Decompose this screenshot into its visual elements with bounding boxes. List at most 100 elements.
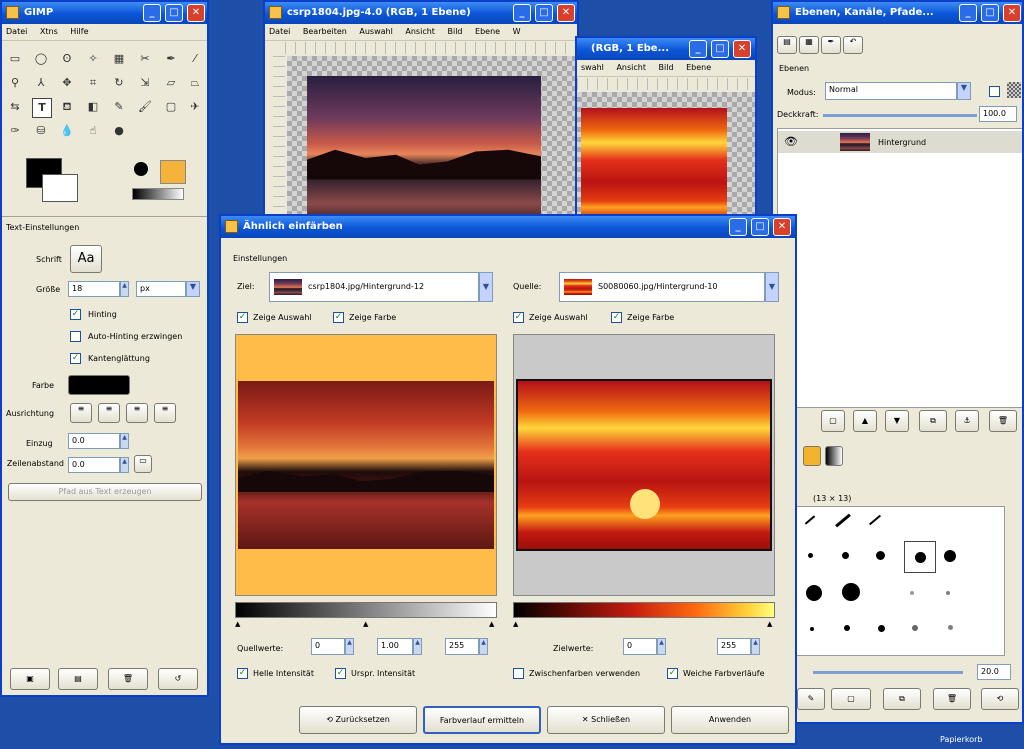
- paths-icon[interactable]: ✒: [162, 50, 180, 68]
- dialog-minimize-button[interactable]: _: [729, 218, 747, 236]
- line-spacing-input[interactable]: 0.0: [68, 457, 120, 473]
- layers-minimize-button[interactable]: _: [959, 4, 977, 22]
- image1-minimize-button[interactable]: _: [513, 4, 531, 22]
- scale-icon[interactable]: ⇲: [136, 74, 154, 92]
- image1-menu-ebene[interactable]: Ebene: [475, 27, 500, 36]
- crop-icon[interactable]: ⌗: [84, 74, 102, 92]
- new-brush-icon[interactable]: ▢: [831, 688, 871, 710]
- scissors-icon[interactable]: ✂: [136, 50, 154, 68]
- blur-icon[interactable]: 💧: [58, 122, 76, 140]
- brush-item[interactable]: [804, 515, 816, 525]
- justify-left-button[interactable]: ≡: [70, 403, 92, 423]
- marker-icon[interactable]: ▲: [489, 620, 494, 628]
- dialog-maximize-button[interactable]: □: [751, 218, 769, 236]
- marker-icon[interactable]: ▲: [235, 620, 240, 628]
- dest-dropdown-icon[interactable]: ▼: [479, 272, 493, 302]
- bg-color-swatch[interactable]: [42, 174, 78, 202]
- source-select[interactable]: S0080060.jpg/Hintergrund-10: [559, 272, 765, 302]
- lower-layer-icon[interactable]: ▼: [885, 410, 909, 432]
- perspective-icon[interactable]: ⏢: [186, 74, 204, 92]
- brush-item[interactable]: [844, 625, 850, 631]
- source-gradient-markers[interactable]: ▲ ▲: [513, 620, 775, 628]
- spacing-slider[interactable]: [813, 671, 963, 674]
- brush-item[interactable]: [946, 591, 950, 595]
- image2-close-button[interactable]: ✕: [733, 40, 751, 58]
- range-max-spinner[interactable]: ▲: [479, 638, 488, 655]
- duplicate-layer-icon[interactable]: ⧉: [919, 410, 947, 432]
- delete-layer-icon[interactable]: 🗑: [989, 410, 1017, 432]
- image2-maximize-button[interactable]: □: [711, 40, 729, 58]
- tab-undo[interactable]: ↶: [843, 36, 863, 54]
- edit-brush-icon[interactable]: ✎: [797, 688, 825, 710]
- anchor-layer-icon[interactable]: ⚓: [955, 410, 979, 432]
- subcolors-checkbox[interactable]: [513, 668, 524, 679]
- image1-menu-more[interactable]: W: [513, 27, 521, 36]
- brush-item[interactable]: [878, 625, 885, 632]
- dialog-close-button[interactable]: ✕: [773, 218, 791, 236]
- path-from-text-button[interactable]: Pfad aus Text erzeugen: [8, 483, 202, 501]
- keep-trans-checkbox[interactable]: [989, 86, 1000, 97]
- reset-button[interactable]: ⟲ Zurücksetzen: [299, 706, 417, 734]
- brush-item[interactable]: [806, 585, 822, 601]
- maximize-button[interactable]: □: [165, 4, 183, 22]
- image2-minimize-button[interactable]: _: [689, 40, 707, 58]
- image2-titlebar[interactable]: (RGB, 1 Ebe... _ □ ✕: [577, 38, 755, 60]
- zoom-icon[interactable]: ⚲: [6, 74, 24, 92]
- brush-item[interactable]: [944, 550, 956, 562]
- image2-menu-auswahl[interactable]: swahl: [581, 63, 604, 72]
- brush-item[interactable]: [912, 625, 918, 631]
- dodge-burn-icon[interactable]: ●: [110, 122, 128, 140]
- autohint-checkbox[interactable]: [70, 331, 81, 342]
- range-gamma-input[interactable]: 1.00: [377, 638, 413, 655]
- minimize-button[interactable]: _: [143, 4, 161, 22]
- tab-layers[interactable]: ▤: [777, 36, 797, 54]
- eraser-icon[interactable]: ▢: [162, 98, 180, 116]
- brush-item[interactable]: [876, 551, 885, 560]
- image2-menu-ebene[interactable]: Ebene: [686, 63, 711, 72]
- blend-icon[interactable]: ◧: [84, 98, 102, 116]
- font-button[interactable]: Aa: [70, 245, 102, 273]
- gradient-preview[interactable]: [132, 188, 184, 200]
- source-show-selection-checkbox[interactable]: ✓: [513, 312, 524, 323]
- image1-photo[interactable]: [307, 76, 541, 226]
- lasso-icon[interactable]: ʘ: [58, 50, 76, 68]
- dest-gradient-markers[interactable]: ▲ ▲ ▲: [235, 620, 497, 628]
- magic-wand-icon[interactable]: ✧: [84, 50, 102, 68]
- shear-icon[interactable]: ▱: [162, 74, 180, 92]
- text-tool-icon[interactable]: T: [32, 98, 52, 118]
- image1-menu-auswahl[interactable]: Auswahl: [359, 27, 392, 36]
- get-palette-button[interactable]: Farbverlauf ermitteln: [423, 706, 541, 734]
- line-spacing-spinner[interactable]: ▲: [120, 457, 129, 473]
- opacity-slider[interactable]: [823, 114, 977, 117]
- pattern-preview[interactable]: [160, 160, 186, 184]
- pencil-icon[interactable]: ✎: [110, 98, 128, 116]
- size-unit-select[interactable]: px: [136, 281, 186, 297]
- close-dialog-button[interactable]: ✕ Schließen: [547, 706, 665, 734]
- marker-icon[interactable]: ▲: [513, 620, 518, 628]
- range-min-input[interactable]: 0: [311, 638, 345, 655]
- size-spinner[interactable]: ▲: [120, 281, 129, 297]
- indent-spinner[interactable]: ▲: [120, 433, 129, 449]
- delete-brush-icon[interactable]: 🗑: [933, 688, 971, 710]
- ellipse-select-icon[interactable]: ◯: [32, 50, 50, 68]
- close-button[interactable]: ✕: [187, 4, 205, 22]
- range-gamma-spinner[interactable]: ▲: [413, 638, 422, 655]
- mode-select[interactable]: Normal: [825, 82, 957, 100]
- recycle-bin-label[interactable]: Papierkorb: [940, 735, 983, 744]
- brush-item[interactable]: [910, 591, 914, 595]
- tab-paths[interactable]: ✒: [821, 36, 841, 54]
- dest-select[interactable]: csrp1804.jpg/Hintergrund-12: [269, 272, 479, 302]
- layers-titlebar[interactable]: Ebenen, Kanäle, Pfade... _ □ ✕: [773, 2, 1022, 24]
- menu-hilfe[interactable]: Hilfe: [70, 27, 88, 36]
- dest-show-selection-checkbox[interactable]: ✓: [237, 312, 248, 323]
- mode-dropdown-icon[interactable]: ▼: [957, 82, 971, 100]
- tab-gradients[interactable]: [825, 446, 843, 466]
- brush-preview[interactable]: [134, 162, 148, 176]
- opacity-input[interactable]: 100.0: [979, 106, 1017, 122]
- toolbox-titlebar[interactable]: GIMP _ □ ✕: [2, 2, 207, 24]
- image2-menu-bild[interactable]: Bild: [659, 63, 674, 72]
- justify-center-button[interactable]: ≡: [126, 403, 148, 423]
- layers-maximize-button[interactable]: □: [981, 4, 999, 22]
- delete-options-icon[interactable]: 🗑: [108, 668, 148, 690]
- dest-max-input[interactable]: 255: [717, 638, 751, 655]
